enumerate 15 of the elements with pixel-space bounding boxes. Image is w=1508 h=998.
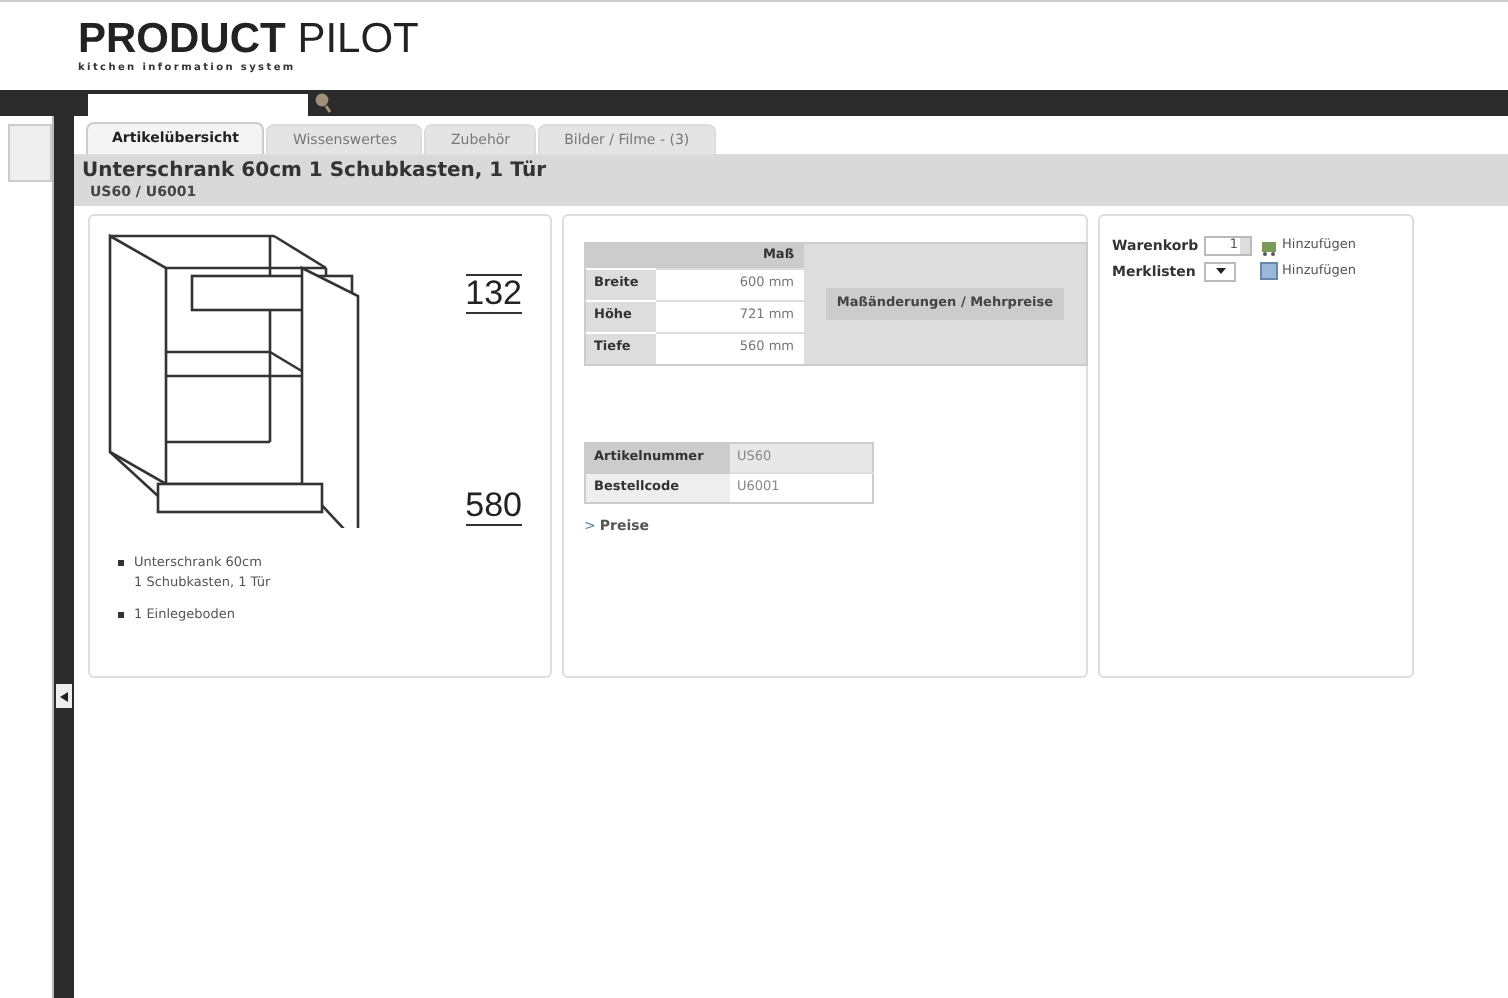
caret-icon <box>1215 268 1225 275</box>
side-panel <box>8 124 52 182</box>
left-arrow-icon <box>60 691 68 701</box>
dimension-label: 132 <box>465 274 522 314</box>
collapse-toggle[interactable] <box>56 684 72 708</box>
bullet-icon <box>118 560 124 566</box>
cart-icon <box>1260 237 1278 256</box>
search-icon[interactable] <box>314 92 332 114</box>
product-title: Unterschrank 60cm 1 Schubkasten, 1 Tür <box>82 160 549 184</box>
wishlist-select[interactable] <box>1204 261 1236 282</box>
logo: PRODUCT PILOT <box>78 18 421 62</box>
dimension-label: 580 <box>465 488 522 526</box>
bullet-icon <box>118 612 124 618</box>
search-field[interactable] <box>88 94 308 116</box>
list-icon <box>1260 262 1278 281</box>
